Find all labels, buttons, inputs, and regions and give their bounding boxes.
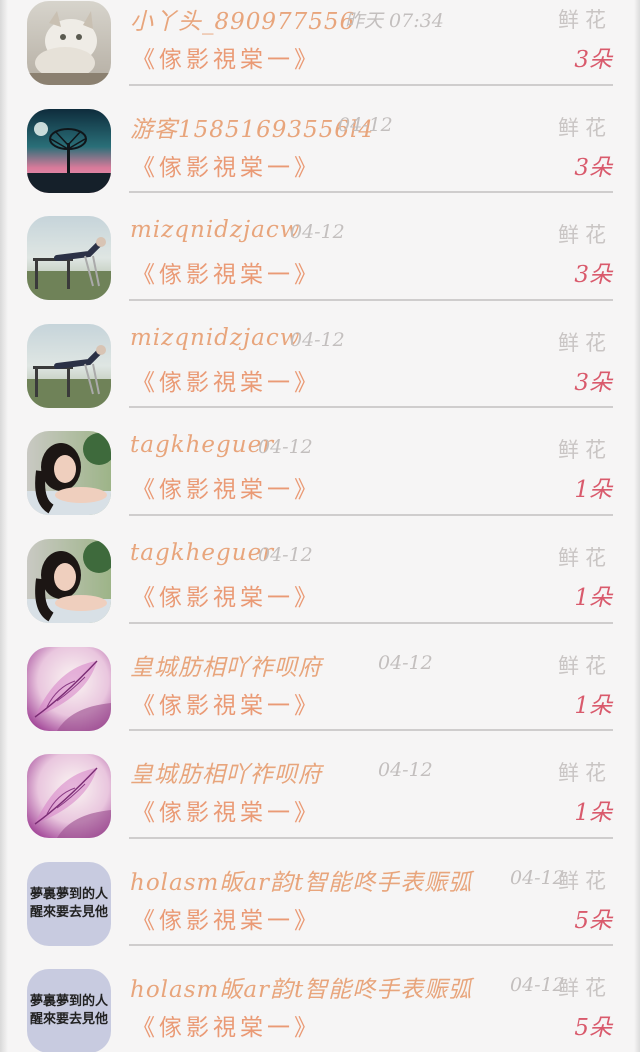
gift-type-label: 鲜花 <box>558 115 612 140</box>
gift-type-label: 鲜花 <box>558 868 612 893</box>
user-avatar[interactable] <box>27 431 111 516</box>
sender-name[interactable]: 皇城肪相吖祚呗府 <box>130 648 322 682</box>
gift-time: 04-12 <box>510 974 565 997</box>
gift-type-label: 鲜花 <box>558 223 612 248</box>
recipient-title: 《傢影視棠一》 <box>132 692 321 719</box>
recipient-title: 《傢影視棠一》 <box>132 800 321 827</box>
sender-name[interactable]: mizqnidzjacw <box>130 217 300 243</box>
gift-time: 04-12 <box>378 759 433 782</box>
gift-count: 1朵 <box>574 584 612 611</box>
user-avatar[interactable] <box>27 323 111 408</box>
user-avatar[interactable] <box>27 1 111 85</box>
row-divider <box>129 298 613 301</box>
gift-time: 04-12 <box>338 113 393 136</box>
avatar-text-line: 夢裏夢到的人 <box>29 994 108 1010</box>
user-avatar[interactable] <box>27 108 111 193</box>
recipient-title: 《傢影視棠一》 <box>132 154 321 181</box>
row-divider <box>129 944 613 947</box>
sender-name[interactable]: holasm皈ar韵t智能咚手表赈弧 <box>130 863 472 897</box>
gift-list-item[interactable]: 皇城肪相吖祚呗府 04-12 鲜花《傢影視棠一》 1朵 <box>0 745 640 853</box>
sender-name[interactable]: mizqnidzjacw <box>130 325 300 351</box>
gift-list-item[interactable]: 夢裏夢到的人 醒來要去見他 holasm皈ar韵t智能咚手表赈弧 04-12 鲜花《傢影… <box>0 853 640 961</box>
user-avatar[interactable] <box>27 754 111 839</box>
row-divider <box>129 836 613 839</box>
gift-time: 04-12 <box>510 866 565 889</box>
gift-time: 04-12 <box>290 221 345 244</box>
gift-type-label: 鲜花 <box>558 976 612 1001</box>
gift-count: 3朵 <box>574 262 612 289</box>
avatar-calligraphy-text: 夢裏夢到的人 醒來要去見他 <box>27 969 111 1052</box>
row-divider <box>129 83 613 86</box>
sender-name[interactable]: holasm皈ar韵t智能咚手表赈弧 <box>130 970 472 1004</box>
gift-time: 昨天 07:34 <box>345 10 444 32</box>
user-avatar[interactable] <box>27 646 111 731</box>
avatar-text-line: 醒來要去見他 <box>29 1012 108 1028</box>
gift-count: 3朵 <box>574 47 612 73</box>
gift-list: 小丫头_890977556 昨天 07:34 鲜花 《傢影視棠一》 3朵 游客158516… <box>0 0 640 1052</box>
recipient-title: 《傢影視棠一》 <box>132 477 321 504</box>
gift-list-item[interactable]: 游客15851693556l4 04-12 鲜花 《傢影視棠一》 3朵 <box>0 100 640 208</box>
recipient-title: 《傢影視棠一》 <box>132 584 321 611</box>
recipient-title: 《傢影視棠一》 <box>132 907 321 934</box>
gift-list-item[interactable]: 皇城肪相吖祚呗府 04-12 鲜花《傢影視棠一》 1朵 <box>0 638 640 746</box>
gift-type-label: 鲜花 <box>558 653 612 678</box>
sender-name[interactable]: tagkheguer <box>130 432 274 458</box>
gift-list-item[interactable]: tagkheguer 04-12 鲜花《傢影視棠一》 1朵 <box>0 422 640 530</box>
avatar-calligraphy-text: 夢裏夢到的人 醒來要去見他 <box>27 862 111 946</box>
gift-list-item[interactable]: mizqnidzjacw 04-12 鲜花《傢影視棠一》 3朵 <box>0 315 640 423</box>
row-divider <box>129 729 613 732</box>
avatar-text-line: 醒來要去見他 <box>29 904 108 920</box>
avatar-text-line: 夢裏夢到的人 <box>29 886 108 902</box>
gift-type-label: 鲜花 <box>558 330 612 355</box>
user-avatar[interactable] <box>27 538 111 623</box>
gift-time: 04-12 <box>258 436 313 459</box>
gift-count: 5朵 <box>574 907 612 934</box>
sender-name[interactable]: tagkheguer <box>130 540 274 566</box>
sender-name[interactable]: 小丫头_890977556 <box>130 2 355 36</box>
user-avatar[interactable] <box>27 216 111 301</box>
gift-count: 1朵 <box>574 800 612 827</box>
gift-count: 3朵 <box>574 154 612 181</box>
user-avatar[interactable]: 夢裏夢到的人 醒來要去見他 <box>27 861 111 946</box>
row-divider <box>129 513 613 516</box>
gift-time: 04-12 <box>378 651 433 674</box>
row-divider <box>129 406 613 409</box>
user-avatar[interactable]: 夢裏夢到的人 醒來要去見他 <box>27 969 111 1052</box>
recipient-title: 《傢影視棠一》 <box>132 47 321 73</box>
gift-time: 04-12 <box>258 543 313 566</box>
gift-count: 1朵 <box>574 477 612 504</box>
gift-count: 5朵 <box>574 1015 612 1042</box>
gift-type-label: 鲜花 <box>558 8 612 32</box>
sender-name[interactable]: 皇城肪相吖祚呗府 <box>130 755 322 789</box>
recipient-title: 《傢影視棠一》 <box>132 262 321 289</box>
gift-type-label: 鲜花 <box>558 438 612 463</box>
gift-type-label: 鲜花 <box>558 761 612 786</box>
gift-time: 04-12 <box>290 328 345 351</box>
gift-list-item[interactable]: 夢裏夢到的人 醒來要去見他 holasm皈ar韵t智能咚手表赈弧 04-12 鲜花《傢影… <box>0 960 640 1052</box>
gift-count: 1朵 <box>574 692 612 719</box>
row-divider <box>129 621 613 624</box>
recipient-title: 《傢影視棠一》 <box>132 1015 321 1042</box>
gift-list-item[interactable]: tagkheguer 04-12 鲜花《傢影視棠一》 1朵 <box>0 530 640 638</box>
gift-list-item[interactable]: 小丫头_890977556 昨天 07:34 鲜花《傢影視棠一》 3朵 <box>0 0 640 100</box>
gift-count: 3朵 <box>574 369 612 396</box>
recipient-title: 《傢影視棠一》 <box>132 369 321 396</box>
row-divider <box>129 191 613 194</box>
gift-type-label: 鲜花 <box>558 545 612 570</box>
gift-list-item[interactable]: mizqnidzjacw 04-12 鲜花《傢影視棠一》 3朵 <box>0 207 640 315</box>
